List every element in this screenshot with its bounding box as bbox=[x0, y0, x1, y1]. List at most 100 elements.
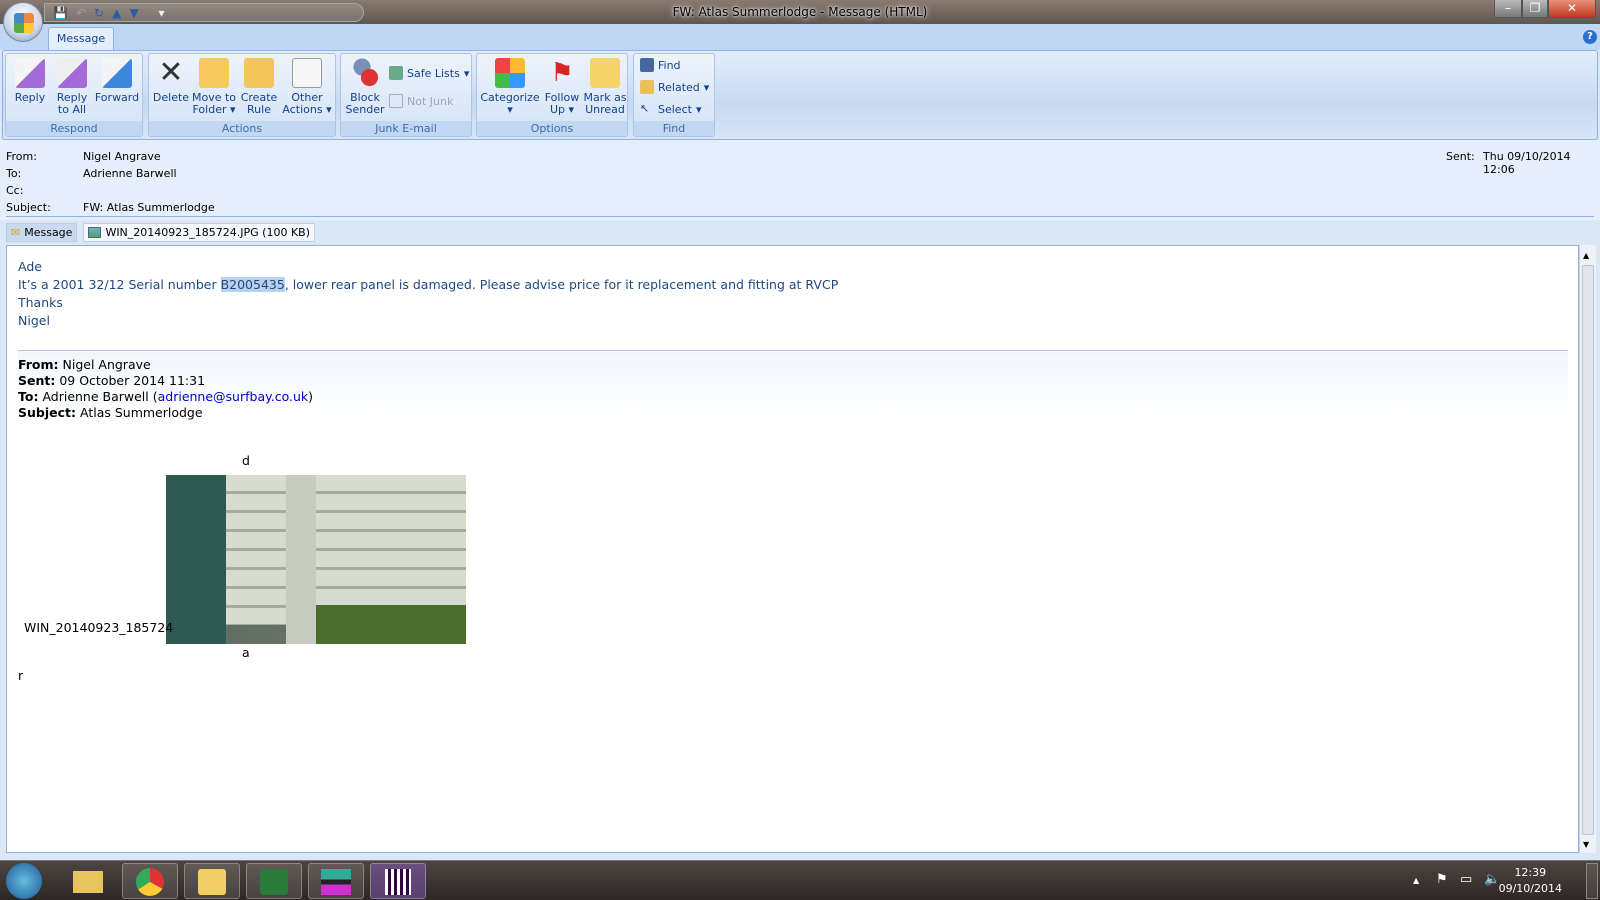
restore-button[interactable]: ❐ bbox=[1522, 0, 1548, 18]
chrome-icon bbox=[136, 868, 164, 896]
quick-access-toolbar: 💾 ↶ ↻ ▲ ▼ ▾ bbox=[44, 3, 364, 22]
undo-icon[interactable]: ↶ bbox=[76, 6, 86, 20]
tab-message[interactable]: Message bbox=[48, 27, 114, 51]
group-junk: Block Sender Safe Lists ▾ Not Junk Junk E… bbox=[340, 53, 472, 137]
trailing-text: r bbox=[18, 668, 24, 683]
cursor-icon: ↖ bbox=[640, 102, 650, 115]
body-line: It’s a 2001 32/12 Serial number B2005435… bbox=[18, 277, 839, 292]
minimize-button[interactable]: – bbox=[1494, 0, 1522, 18]
network-icon[interactable]: ▭ bbox=[1460, 872, 1472, 887]
outlook-taskbar-button[interactable] bbox=[184, 863, 240, 899]
to-label: To: bbox=[6, 167, 22, 180]
image-file-icon bbox=[88, 226, 102, 238]
clock[interactable]: 12:39 09/10/2014 bbox=[1499, 865, 1562, 897]
start-button[interactable] bbox=[6, 863, 42, 899]
reply-all-button[interactable]: Reply to All bbox=[52, 58, 92, 116]
office-logo-icon bbox=[14, 13, 34, 33]
reply-button[interactable]: Reply bbox=[10, 58, 50, 104]
from-value[interactable]: Nigel Angrave bbox=[83, 150, 161, 163]
other-actions-icon bbox=[292, 58, 322, 88]
next-item-icon[interactable]: ▼ bbox=[129, 6, 138, 20]
attachment-file[interactable]: WIN_20140923_185724.JPG (100 KB) bbox=[83, 222, 315, 242]
sage-icon bbox=[321, 869, 351, 895]
previous-item-icon[interactable]: ▲ bbox=[112, 6, 121, 20]
subject-value: FW: Atlas Summerlodge bbox=[83, 201, 215, 214]
selected-serial: B2005435 bbox=[220, 277, 285, 292]
envelope-icon bbox=[590, 58, 620, 88]
group-label[interactable]: Options bbox=[477, 121, 627, 136]
reply-icon bbox=[15, 58, 45, 88]
group-label[interactable]: Junk E-mail bbox=[341, 121, 471, 136]
follow-up-button[interactable]: ⚑ Follow Up ▾ bbox=[541, 58, 583, 116]
excel-icon bbox=[260, 869, 288, 895]
related-button[interactable]: Related ▾ bbox=[640, 80, 709, 94]
calculator-taskbar-button[interactable] bbox=[370, 863, 426, 899]
attached-photo[interactable] bbox=[166, 475, 466, 644]
help-icon[interactable]: ? bbox=[1583, 30, 1597, 44]
rule-folder-icon bbox=[244, 58, 274, 88]
to-value[interactable]: Adrienne Barwell bbox=[83, 167, 177, 180]
categorize-button[interactable]: Categorize ▾ bbox=[479, 58, 541, 116]
email-link[interactable]: adrienne@surfbay.co.uk bbox=[158, 389, 309, 404]
image-top-text: d bbox=[242, 453, 250, 468]
signature: Nigel bbox=[18, 313, 50, 328]
group-label: Actions bbox=[149, 121, 335, 136]
scroll-thumb[interactable] bbox=[1582, 265, 1594, 835]
explorer-taskbar-button[interactable] bbox=[60, 863, 116, 899]
group-options: Categorize ▾ ⚑ Follow Up ▾ Mark as Unread … bbox=[476, 53, 628, 137]
subject-label: Subject: bbox=[6, 201, 51, 214]
close-button[interactable]: ✕ bbox=[1548, 0, 1596, 18]
customize-qat-icon[interactable]: ▾ bbox=[159, 6, 165, 20]
forwarded-header: From: Nigel Angrave Sent: 09 October 201… bbox=[18, 350, 1568, 420]
message-body[interactable]: Ade It’s a 2001 32/12 Serial number B200… bbox=[6, 245, 1579, 853]
scroll-up-icon[interactable]: ▲ bbox=[1583, 251, 1589, 260]
mark-unread-button[interactable]: Mark as Unread bbox=[583, 58, 627, 116]
create-rule-button[interactable]: Create Rule bbox=[239, 58, 279, 116]
move-to-folder-button[interactable]: Move to Folder ▾ bbox=[191, 58, 237, 116]
related-icon bbox=[640, 80, 654, 94]
not-junk-button[interactable]: Not Junk bbox=[389, 94, 453, 108]
divider bbox=[6, 216, 1594, 217]
group-label: Respond bbox=[6, 121, 142, 136]
block-sender-button[interactable]: Block Sender bbox=[343, 58, 387, 116]
office-button[interactable] bbox=[3, 2, 43, 42]
group-respond: Reply Reply to All Forward Respond bbox=[5, 53, 143, 137]
greeting: Ade bbox=[18, 259, 42, 274]
message-header: From: Nigel Angrave To: Adrienne Barwell… bbox=[0, 140, 1600, 220]
safe-lists-button[interactable]: Safe Lists ▾ bbox=[389, 66, 469, 80]
message-tab[interactable]: ✉ Message bbox=[6, 222, 78, 242]
forward-icon bbox=[102, 58, 132, 88]
flag-icon: ⚑ bbox=[550, 58, 574, 88]
attachment-bar: ✉ Message WIN_20140923_185724.JPG (100 KB… bbox=[6, 222, 315, 242]
save-icon[interactable]: 💾 bbox=[53, 6, 68, 20]
group-label: Find bbox=[634, 121, 714, 136]
forward-button[interactable]: Forward bbox=[94, 58, 140, 104]
group-find: Find Related ▾ ↖ Select ▾ Find bbox=[633, 53, 715, 137]
show-hidden-icons[interactable]: ▲ bbox=[1413, 876, 1419, 885]
scroll-down-icon[interactable]: ▼ bbox=[1583, 840, 1589, 849]
delete-button[interactable]: ✕ Delete bbox=[151, 58, 191, 104]
vertical-scrollbar[interactable]: ▲ ▼ bbox=[1579, 245, 1596, 853]
binoculars-icon bbox=[640, 58, 654, 72]
categorize-icon bbox=[495, 58, 525, 88]
envelope-icon: ✉ bbox=[11, 225, 21, 239]
grid-app-icon bbox=[385, 869, 411, 895]
reply-all-icon bbox=[57, 58, 87, 88]
select-button[interactable]: ↖ Select ▾ bbox=[640, 102, 701, 116]
excel-taskbar-button[interactable] bbox=[246, 863, 302, 899]
show-desktop-button[interactable] bbox=[1586, 863, 1598, 899]
action-center-flag-icon[interactable]: ⚑ bbox=[1436, 872, 1448, 887]
sage-taskbar-button[interactable] bbox=[308, 863, 364, 899]
redo-icon[interactable]: ↻ bbox=[94, 6, 104, 20]
other-actions-button[interactable]: Other Actions ▾ bbox=[281, 58, 333, 116]
cc-label: Cc: bbox=[6, 184, 24, 197]
thanks: Thanks bbox=[18, 295, 63, 310]
image-bottom-text: a bbox=[242, 645, 250, 660]
sent-value: Thu 09/10/2014 12:06 bbox=[1483, 150, 1571, 176]
sent-label: Sent: bbox=[1446, 150, 1475, 163]
outlook-icon bbox=[198, 869, 226, 895]
chrome-taskbar-button[interactable] bbox=[122, 863, 178, 899]
from-label: From: bbox=[6, 150, 37, 163]
taskbar: ▲ ⚑ ▭ 🔈 12:39 09/10/2014 bbox=[0, 860, 1600, 900]
find-button[interactable]: Find bbox=[640, 58, 681, 72]
